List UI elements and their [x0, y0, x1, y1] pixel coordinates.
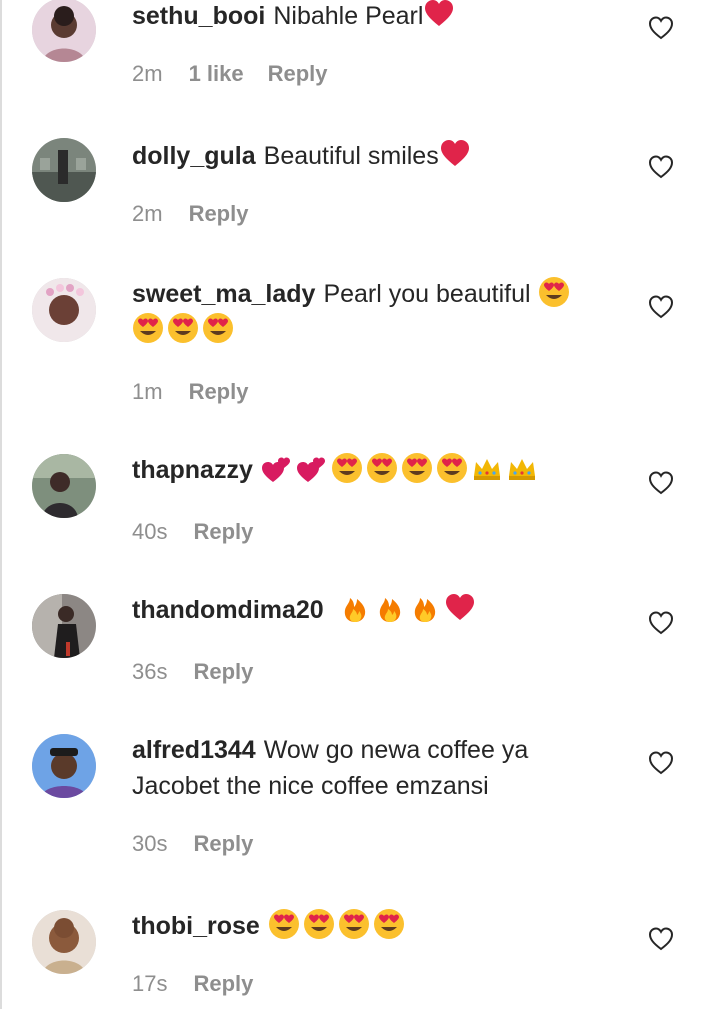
comment-text: sethu_booi Nibahle Pearl: [132, 0, 602, 34]
heart-eyes-icon: [338, 908, 370, 940]
heart-eyes-icon: [331, 452, 363, 484]
heart-eyes-icon: [167, 312, 199, 344]
red-heart-icon: [439, 138, 471, 170]
comment-text: thobi_rose: [132, 908, 602, 944]
comment-username[interactable]: thobi_rose: [132, 912, 260, 940]
comment-time: 17s: [132, 971, 168, 996]
comment-body: alfred1344 Wow go newa coffee ya Jacobet …: [132, 732, 602, 862]
comment-message: Nibahle Pearl: [273, 2, 424, 30]
fire-icon: [339, 592, 371, 624]
heart-eyes-icon: [132, 312, 164, 344]
comment-text: dolly_gula Beautiful smiles: [132, 138, 602, 174]
reply-button[interactable]: Reply: [193, 659, 253, 685]
comment-username[interactable]: sethu_booi: [132, 2, 265, 30]
comment-text: thandomdima20: [132, 592, 602, 628]
comment-body: thobi_rose 17s Reply: [132, 908, 602, 1002]
heart-eyes-icon: [303, 908, 335, 940]
comment-feed: sethu_booi Nibahle Pearl 2m 1 like Reply …: [0, 0, 720, 1009]
comment-meta: 36s Reply: [132, 654, 602, 690]
comment-meta: 1m Reply: [132, 374, 602, 410]
red-heart-icon: [444, 592, 476, 624]
comment-username[interactable]: alfred1344: [132, 736, 256, 764]
reply-button[interactable]: Reply: [268, 61, 328, 87]
comment-time: 36s: [132, 659, 168, 684]
fire-icon: [374, 592, 406, 624]
comment-time: 2m: [132, 61, 163, 86]
heart-eyes-icon: [202, 312, 234, 344]
reply-button[interactable]: Reply: [189, 379, 249, 405]
comment-username[interactable]: sweet_ma_lady: [132, 280, 315, 308]
comment-meta: 40s Reply: [132, 514, 602, 550]
comment-username[interactable]: thapnazzy: [132, 456, 253, 484]
comment-meta: 2m Reply: [132, 196, 602, 232]
heart-eyes-icon: [436, 452, 468, 484]
comment-text: alfred1344 Wow go newa coffee ya Jacobet …: [132, 732, 602, 804]
reply-button[interactable]: Reply: [189, 201, 249, 227]
comment-username[interactable]: thandomdima20: [132, 596, 324, 624]
comment-meta: 2m 1 like Reply: [132, 56, 602, 92]
avatar[interactable]: [32, 278, 96, 342]
like-heart-icon[interactable]: [648, 154, 674, 180]
reply-button[interactable]: Reply: [193, 971, 253, 997]
heart-eyes-icon: [538, 276, 570, 308]
like-heart-icon[interactable]: [648, 610, 674, 636]
comment-message: Beautiful smiles: [263, 142, 439, 170]
like-heart-icon[interactable]: [648, 750, 674, 776]
comment-body: dolly_gula Beautiful smiles 2m Reply: [132, 138, 602, 232]
heart-eyes-icon: [373, 908, 405, 940]
avatar[interactable]: [32, 0, 96, 62]
like-heart-icon[interactable]: [648, 926, 674, 952]
avatar[interactable]: [32, 910, 96, 974]
comment-body: thapnazzy 40s Reply: [132, 452, 602, 550]
crown-icon: [471, 452, 503, 484]
fire-icon: [409, 592, 441, 624]
heart-eyes-icon: [401, 452, 433, 484]
comment-body: sethu_booi Nibahle Pearl 2m 1 like Reply: [132, 0, 602, 92]
crown-icon: [506, 452, 538, 484]
comment-username[interactable]: dolly_gula: [132, 142, 256, 170]
comment-time: 30s: [132, 831, 168, 856]
two-hearts-icon: [296, 452, 328, 484]
comment-time: 2m: [132, 201, 163, 226]
two-hearts-icon: [261, 452, 293, 484]
like-heart-icon[interactable]: [648, 470, 674, 496]
like-heart-icon[interactable]: [648, 15, 674, 41]
avatar[interactable]: [32, 454, 96, 518]
like-heart-icon[interactable]: [648, 294, 674, 320]
left-divider: [0, 0, 2, 1009]
comment-body: sweet_ma_lady Pearl you beautiful 1m Repl…: [132, 276, 602, 410]
red-heart-icon: [423, 0, 455, 30]
heart-eyes-icon: [366, 452, 398, 484]
avatar[interactable]: [32, 734, 96, 798]
comment-body: thandomdima20 36s Reply: [132, 592, 602, 690]
avatar[interactable]: [32, 594, 96, 658]
comment-meta: 17s Reply: [132, 966, 602, 1002]
reply-button[interactable]: Reply: [193, 831, 253, 857]
heart-eyes-icon: [268, 908, 300, 940]
comment-text: thapnazzy: [132, 452, 602, 488]
comment-message: Pearl you beautiful: [323, 280, 531, 308]
reply-button[interactable]: Reply: [193, 519, 253, 545]
avatar[interactable]: [32, 138, 96, 202]
comment-likes[interactable]: 1 like: [189, 61, 244, 87]
comment-meta: 30s Reply: [132, 826, 602, 862]
comment-time: 1m: [132, 379, 163, 404]
comment-time: 40s: [132, 519, 168, 544]
comment-text: sweet_ma_lady Pearl you beautiful: [132, 276, 602, 348]
